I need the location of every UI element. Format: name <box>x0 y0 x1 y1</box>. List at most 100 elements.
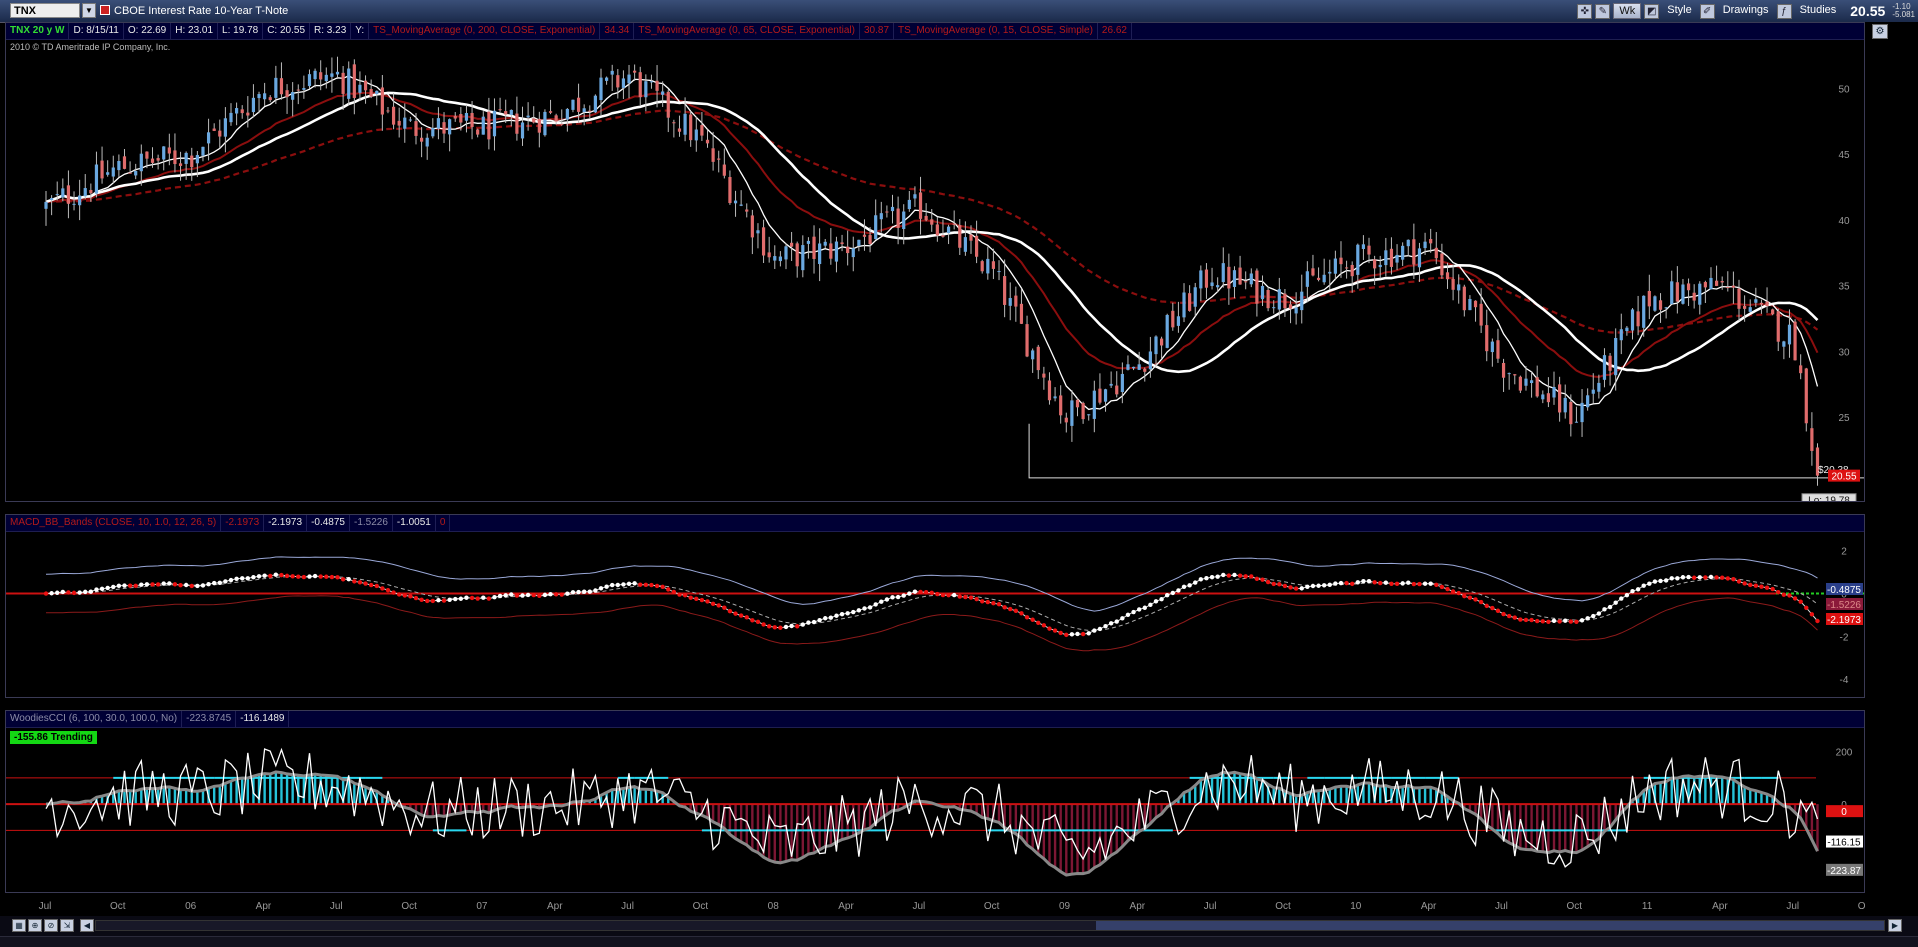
ma65-label[interactable]: TS_MovingAverage (0, 65, CLOSE, Exponent… <box>634 23 860 39</box>
expand-icon[interactable]: ⇲ <box>60 919 74 932</box>
macd-dot <box>408 594 413 599</box>
macd-dot <box>761 622 766 627</box>
macd-dot <box>1518 617 1523 622</box>
candle-body <box>1244 281 1248 283</box>
candle-body <box>307 74 312 87</box>
macd-dot <box>1619 596 1624 601</box>
macd-dot <box>974 596 979 602</box>
macd-dot <box>150 582 155 587</box>
candle-body <box>1457 284 1461 291</box>
candle-body <box>1586 395 1590 408</box>
zoom-out-icon[interactable]: ▦ <box>12 919 26 932</box>
cci-study-label[interactable]: WoodiesCCI (6, 100, 30.0, 100.0, No) <box>6 711 183 727</box>
period-button[interactable]: Wk <box>1613 3 1642 19</box>
candle-body <box>739 204 743 206</box>
candle-body <box>532 118 536 123</box>
candle-body <box>1087 414 1091 416</box>
macd-dot <box>1389 581 1394 586</box>
x-axis-tick: Apr <box>1421 901 1437 912</box>
macd-dot <box>823 616 828 621</box>
ma200-label[interactable]: TS_MovingAverage (0, 200, CLOSE, Exponen… <box>369 23 601 39</box>
macd-dot <box>469 595 475 601</box>
candle-body <box>649 81 654 83</box>
macd-dot <box>1327 582 1332 587</box>
macd-dot <box>537 593 542 598</box>
macd-dot <box>1719 575 1725 580</box>
candle-body <box>509 109 513 115</box>
macd-dot <box>1613 600 1618 605</box>
pencil-icon[interactable]: ✎ <box>1595 3 1611 19</box>
candle-body <box>1277 289 1281 310</box>
symbol-dropdown-icon[interactable]: ▼ <box>82 3 96 18</box>
candle-body <box>1591 389 1595 394</box>
scrollbar-thumb[interactable] <box>1096 921 1884 930</box>
macd-dot <box>380 586 385 591</box>
macd-study-label[interactable]: MACD_BB_Bands (CLOSE, 10, 1.0, 12, 26, 5… <box>6 515 222 531</box>
macd-dot <box>256 574 262 579</box>
macd-dot <box>968 595 974 600</box>
macd-dot <box>1551 618 1557 623</box>
style-button[interactable]: Style <box>1662 3 1696 19</box>
macd-dot <box>206 581 211 587</box>
macd-dot <box>307 574 312 579</box>
macd-dot <box>1282 583 1288 589</box>
macd-dot <box>957 594 962 599</box>
macd-dot <box>77 590 82 595</box>
scroll-right-icon[interactable]: ▶ <box>1888 919 1902 932</box>
candle-body <box>285 90 289 98</box>
candle-body <box>1714 280 1719 286</box>
time-scrollbar[interactable] <box>95 920 1885 931</box>
candle-body <box>190 155 194 168</box>
price-pane: TNX 20 y W D: 8/15/11 O: 22.69 H: 23.01 … <box>5 22 1865 502</box>
candle-body <box>857 239 861 246</box>
crosshair-icon[interactable]: ✜ <box>1577 3 1593 19</box>
candle-body <box>442 122 446 134</box>
cci-chart[interactable]: 20000-116.15-223.87 <box>6 728 1864 892</box>
candle-body <box>1479 303 1483 326</box>
candle-body <box>963 237 967 252</box>
candle-body <box>1344 267 1349 269</box>
candle-body <box>408 119 412 121</box>
candle-body <box>111 167 115 177</box>
macd-dot <box>144 582 150 587</box>
chart-symbol-period[interactable]: TNX 20 y W <box>6 23 70 39</box>
macd-dot <box>1462 593 1467 599</box>
candle-body <box>397 120 401 126</box>
price-axis-tick: 45 <box>1838 150 1850 161</box>
macd-dot <box>503 593 508 598</box>
candle-body <box>302 88 306 90</box>
macd-dot <box>1422 581 1428 586</box>
zoom-in-icon[interactable]: ⊕ <box>28 919 42 932</box>
macd-dot <box>1579 618 1585 623</box>
x-axis-tick: Oct <box>1858 901 1865 912</box>
macd-dot <box>1265 579 1271 585</box>
macd-dot <box>1086 631 1091 636</box>
x-axis-tick: Jul <box>39 901 52 912</box>
macd-signal-line <box>46 576 1818 632</box>
studies-button[interactable]: Studies <box>1795 3 1842 19</box>
drawings-button[interactable]: Drawings <box>1718 3 1774 19</box>
macd-dot <box>223 579 228 584</box>
macd-dot <box>1714 575 1719 580</box>
macd-value-5: -1.0051 <box>393 515 436 531</box>
candle-body <box>1288 304 1293 309</box>
macd-dot <box>413 595 419 601</box>
candle-body <box>756 230 760 234</box>
macd-dot <box>783 624 789 630</box>
macd-chart[interactable]: 20-2-4-0.4875-1.5226-2.1973 <box>6 532 1864 698</box>
candle-body <box>178 163 183 166</box>
ma15-label[interactable]: TS_MovingAverage (0, 15, CLOSE, Simple) <box>894 23 1098 39</box>
scroll-left-icon[interactable]: ◀ <box>80 919 94 932</box>
reset-icon[interactable]: ⊘ <box>44 919 58 932</box>
macd-dot <box>1075 631 1080 637</box>
macd-dot <box>273 572 279 577</box>
candle-body <box>1614 338 1618 376</box>
candle-body <box>313 70 317 80</box>
symbol-input[interactable]: TNX <box>10 3 80 18</box>
price-chart[interactable]: 504540353025$20.3820.55Lo: 19.78 <box>6 41 1864 501</box>
candle-body <box>1014 295 1018 307</box>
macd-dot <box>1226 573 1232 578</box>
window-scrollbar[interactable] <box>0 936 1918 947</box>
candle-body <box>560 123 564 125</box>
macd-dot <box>1103 624 1108 629</box>
